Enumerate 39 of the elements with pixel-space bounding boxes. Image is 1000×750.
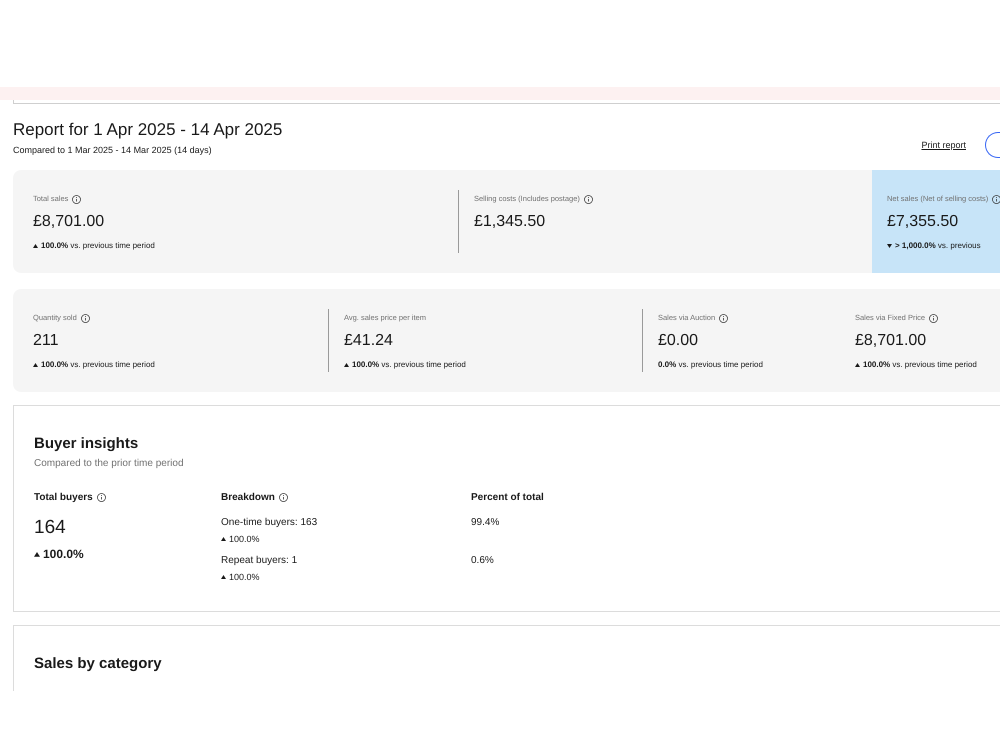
metric-value: £41.24 bbox=[344, 331, 394, 351]
metric-value: £8,701.00 bbox=[855, 331, 928, 351]
change-text: 100.0% bbox=[229, 533, 260, 545]
info-icon[interactable] bbox=[929, 314, 938, 322]
change-text: > 1,000.0% vs. previous bbox=[895, 240, 981, 251]
change-text: 0.0% vs. previous time period bbox=[658, 359, 763, 370]
change-text: 100.0% vs. previous time period bbox=[863, 359, 977, 370]
change-text: 100.0% vs. previous time period bbox=[41, 359, 155, 370]
change-text: 100.0% vs. previous time period bbox=[352, 359, 466, 370]
info-icon[interactable] bbox=[96, 493, 106, 502]
change-text: 100.0% vs. previous time period bbox=[41, 240, 155, 251]
info-icon[interactable] bbox=[719, 314, 728, 322]
section-subtitle: Compared to the prior time period bbox=[34, 457, 185, 470]
section-title: Buyer insights bbox=[34, 435, 140, 453]
breakdown-label: One-time buyers: 163 bbox=[221, 516, 318, 529]
info-icon[interactable] bbox=[992, 194, 1000, 204]
pill-button[interactable] bbox=[985, 132, 1000, 158]
info-icon[interactable] bbox=[584, 194, 593, 204]
info-icon[interactable] bbox=[80, 314, 90, 322]
column-heading: Total buyers bbox=[34, 491, 93, 504]
info-icon[interactable] bbox=[72, 194, 82, 204]
column-heading: Percent of total bbox=[471, 491, 544, 504]
metric-value: £0.00 bbox=[658, 331, 700, 351]
breakdown-label: Repeat buyers: 1 bbox=[221, 554, 298, 567]
metric-value: £7,355.50 bbox=[887, 212, 960, 232]
section-title: Sales by category bbox=[34, 655, 163, 673]
print-report-link[interactable]: Print report bbox=[921, 140, 966, 150]
metric-value: £8,701.00 bbox=[33, 212, 106, 232]
total-buyers-value: 164 bbox=[34, 517, 67, 539]
change-text: 100.0% bbox=[43, 547, 84, 562]
column-heading: Breakdown bbox=[221, 491, 275, 504]
percent-value: 99.4% bbox=[471, 516, 500, 529]
metric-value: £1,345.50 bbox=[474, 212, 546, 232]
metric-value: 211 bbox=[33, 331, 60, 351]
percent-value: 0.6% bbox=[471, 554, 495, 567]
change-text: 100.0% bbox=[229, 571, 260, 583]
comparison-text: Compared to 1 Mar 2025 - 14 Mar 2025 (14 days) bbox=[13, 144, 213, 156]
report-title: Report for 1 Apr 2025 - 14 Apr 2025 bbox=[13, 120, 282, 140]
info-icon[interactable] bbox=[278, 493, 288, 502]
